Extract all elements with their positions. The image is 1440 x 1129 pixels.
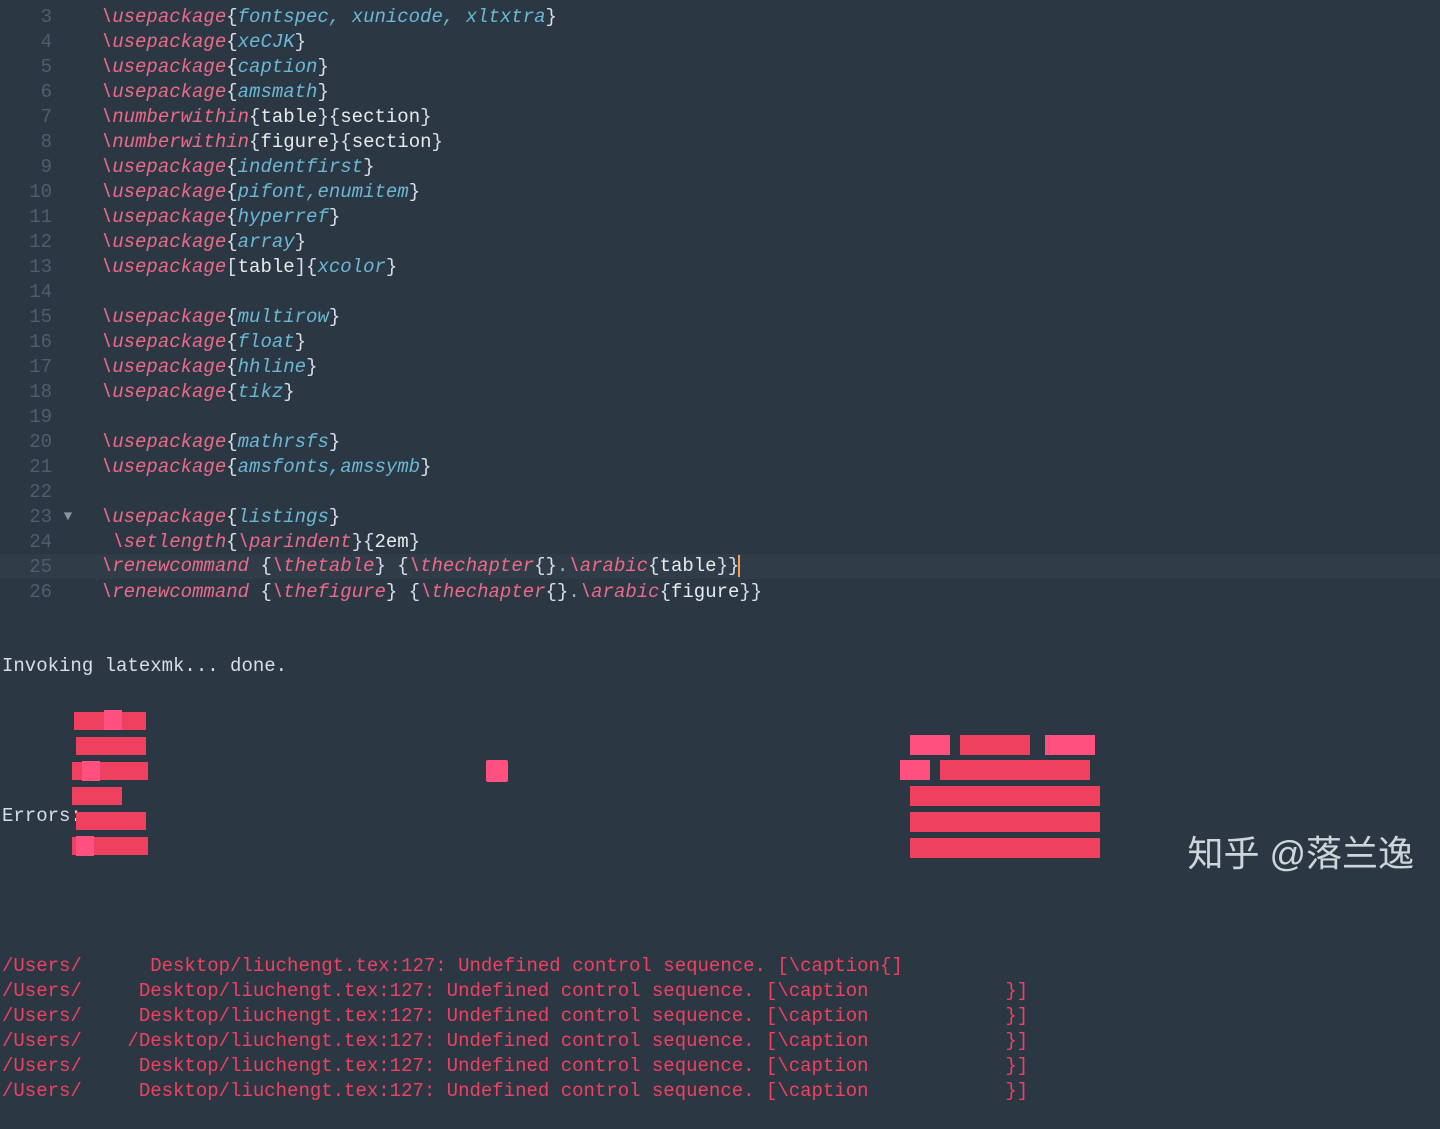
- code-content[interactable]: \usepackage{amsfonts,amssymb}: [78, 456, 1440, 478]
- line-number: 6: [0, 81, 58, 103]
- line-number: 21: [0, 456, 58, 478]
- line-number: 18: [0, 381, 58, 403]
- code-line[interactable]: 22: [0, 479, 1440, 504]
- line-number: 24: [0, 531, 58, 553]
- error-line[interactable]: /Users/ Desktop/liuchengt.tex:127: Undef…: [2, 1079, 1438, 1104]
- line-number: 15: [0, 306, 58, 328]
- code-content[interactable]: \usepackage{array}: [78, 231, 1440, 253]
- line-number: 14: [0, 281, 58, 303]
- code-content[interactable]: \usepackage{fontspec, xunicode, xltxtra}: [78, 6, 1440, 28]
- code-line[interactable]: 6 \usepackage{amsmath}: [0, 79, 1440, 104]
- code-line[interactable]: 14: [0, 279, 1440, 304]
- line-number: 19: [0, 406, 58, 428]
- code-line[interactable]: 26 \renewcommand {\thefigure} {\thechapt…: [0, 579, 1440, 604]
- code-line[interactable]: 13 \usepackage[table]{xcolor}: [0, 254, 1440, 279]
- code-line[interactable]: 17 \usepackage{hhline}: [0, 354, 1440, 379]
- line-number: 26: [0, 581, 58, 603]
- code-content[interactable]: \numberwithin{table}{section}: [78, 106, 1440, 128]
- code-editor[interactable]: 3 \usepackage{fontspec, xunicode, xltxtr…: [0, 0, 1440, 604]
- code-line[interactable]: 20 \usepackage{mathrsfs}: [0, 429, 1440, 454]
- code-content[interactable]: \usepackage{multirow}: [78, 306, 1440, 328]
- text-cursor: [738, 555, 740, 577]
- code-line[interactable]: 23▼ \usepackage{listings}: [0, 504, 1440, 529]
- code-content[interactable]: \usepackage{mathrsfs}: [78, 431, 1440, 453]
- code-content[interactable]: \usepackage{float}: [78, 331, 1440, 353]
- code-line[interactable]: 25 \renewcommand {\thetable} {\thechapte…: [0, 554, 1440, 579]
- code-line[interactable]: 8 \numberwithin{figure}{section}: [0, 129, 1440, 154]
- output-invoke-line: Invoking latexmk... done.: [2, 654, 1438, 679]
- line-number: 3: [0, 6, 58, 28]
- code-line[interactable]: 4 \usepackage{xeCJK}: [0, 29, 1440, 54]
- line-number: 20: [0, 431, 58, 453]
- code-content[interactable]: \renewcommand {\thetable} {\thechapter{}…: [78, 555, 1440, 577]
- line-number: 23: [0, 506, 58, 528]
- code-content[interactable]: \usepackage{listings}: [78, 506, 1440, 528]
- error-line[interactable]: /Users/ Desktop/liuchengt.tex:127: Undef…: [2, 954, 1438, 979]
- code-content[interactable]: \usepackage{amsmath}: [78, 81, 1440, 103]
- code-content[interactable]: \usepackage{hyperref}: [78, 206, 1440, 228]
- code-line[interactable]: 7 \numberwithin{table}{section}: [0, 104, 1440, 129]
- line-number: 12: [0, 231, 58, 253]
- fold-toggle-icon[interactable]: ▼: [58, 509, 78, 525]
- code-content[interactable]: \usepackage{tikz}: [78, 381, 1440, 403]
- code-content[interactable]: \usepackage{caption}: [78, 56, 1440, 78]
- code-line[interactable]: 24 \setlength{\parindent}{2em}: [0, 529, 1440, 554]
- code-line[interactable]: 9 \usepackage{indentfirst}: [0, 154, 1440, 179]
- code-content[interactable]: \renewcommand {\thefigure} {\thechapter{…: [78, 581, 1440, 603]
- line-number: 11: [0, 206, 58, 228]
- line-number: 5: [0, 56, 58, 78]
- line-number: 22: [0, 481, 58, 503]
- code-content[interactable]: [78, 481, 1440, 503]
- code-line[interactable]: 16 \usepackage{float}: [0, 329, 1440, 354]
- error-line[interactable]: /Users/ Desktop/liuchengt.tex:127: Undef…: [2, 1054, 1438, 1079]
- code-content[interactable]: \usepackage{pifont,enumitem}: [78, 181, 1440, 203]
- code-content[interactable]: \usepackage{xeCJK}: [78, 31, 1440, 53]
- line-number: 17: [0, 356, 58, 378]
- line-number: 9: [0, 156, 58, 178]
- line-number: 8: [0, 131, 58, 153]
- line-number: 25: [0, 556, 58, 578]
- code-line[interactable]: 11 \usepackage{hyperref}: [0, 204, 1440, 229]
- code-line[interactable]: 5 \usepackage{caption}: [0, 54, 1440, 79]
- code-content[interactable]: [78, 281, 1440, 303]
- error-line[interactable]: /Users/ /Desktop/liuchengt.tex:127: Unde…: [2, 1029, 1438, 1054]
- code-content[interactable]: [78, 406, 1440, 428]
- watermark-text: 知乎 @落兰逸: [1187, 825, 1414, 877]
- line-number: 13: [0, 256, 58, 278]
- error-line[interactable]: /Users/ Desktop/liuchengt.tex:127: Undef…: [2, 979, 1438, 1004]
- code-content[interactable]: \usepackage{hhline}: [78, 356, 1440, 378]
- code-content[interactable]: \numberwithin{figure}{section}: [78, 131, 1440, 153]
- error-line[interactable]: /Users/ Desktop/liuchengt.tex:127: Undef…: [2, 1004, 1438, 1029]
- code-line[interactable]: 18 \usepackage{tikz}: [0, 379, 1440, 404]
- code-line[interactable]: 12 \usepackage{array}: [0, 229, 1440, 254]
- code-line[interactable]: 19: [0, 404, 1440, 429]
- code-content[interactable]: \usepackage[table]{xcolor}: [78, 256, 1440, 278]
- code-line[interactable]: 21 \usepackage{amsfonts,amssymb}: [0, 454, 1440, 479]
- line-number: 7: [0, 106, 58, 128]
- code-line[interactable]: 3 \usepackage{fontspec, xunicode, xltxtr…: [0, 4, 1440, 29]
- code-content[interactable]: \setlength{\parindent}{2em}: [78, 531, 1440, 553]
- line-number: 4: [0, 31, 58, 53]
- code-line[interactable]: 10 \usepackage{pifont,enumitem}: [0, 179, 1440, 204]
- code-content[interactable]: \usepackage{indentfirst}: [78, 156, 1440, 178]
- code-line[interactable]: 15 \usepackage{multirow}: [0, 304, 1440, 329]
- line-number: 10: [0, 181, 58, 203]
- line-number: 16: [0, 331, 58, 353]
